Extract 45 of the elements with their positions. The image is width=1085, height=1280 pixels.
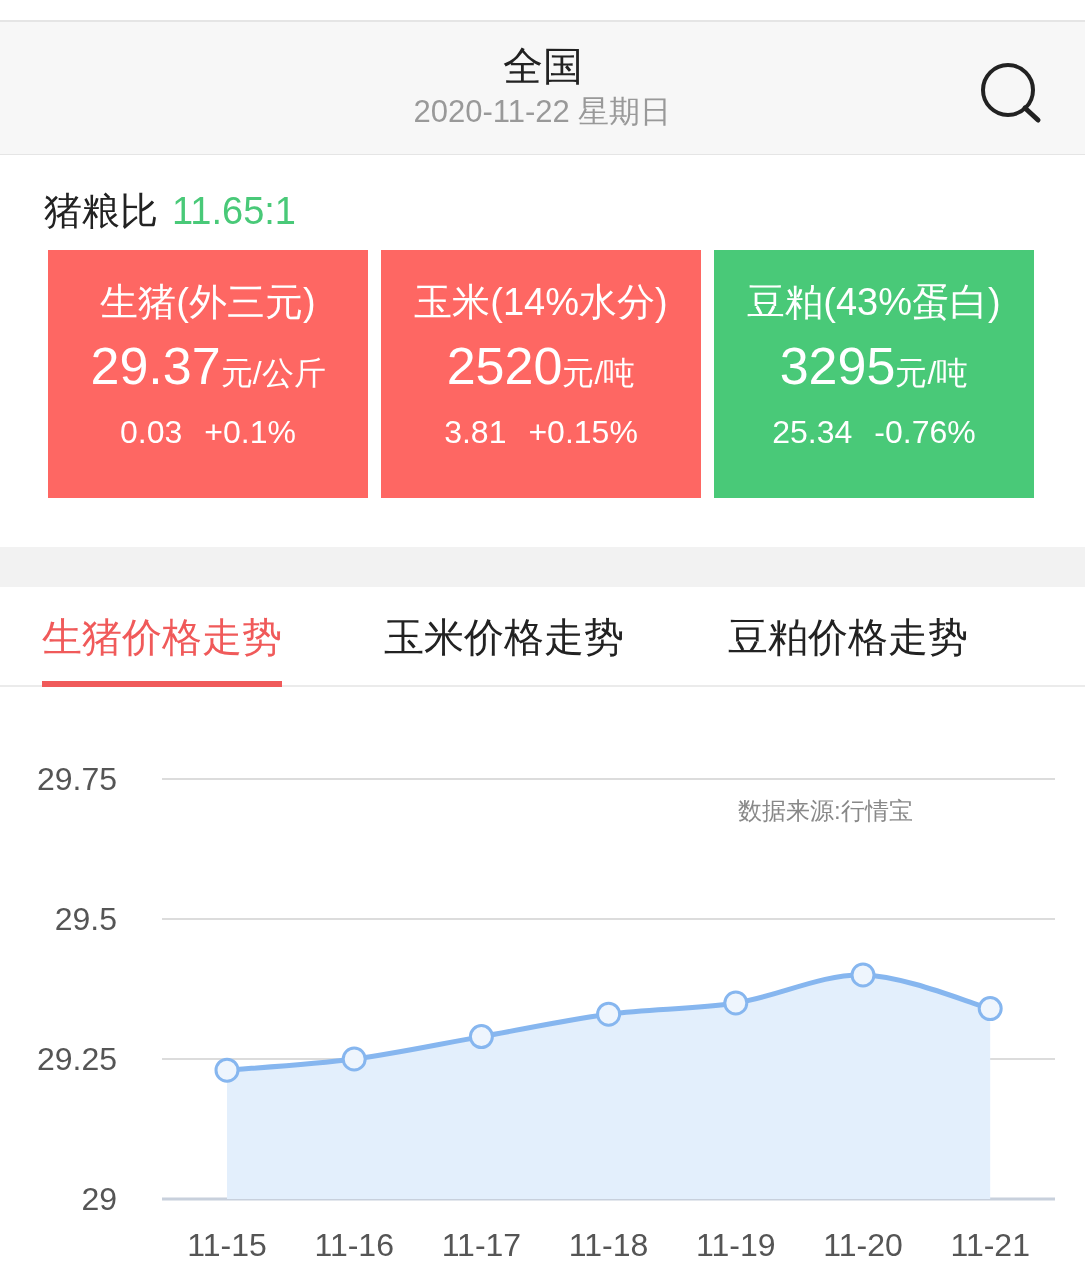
page-title: 全国 <box>502 43 583 90</box>
price-value: 2520 <box>446 336 563 396</box>
change-value: 0.03 <box>120 413 183 452</box>
data-point <box>723 990 749 1016</box>
tab[interactable]: 玉米价格走势 <box>384 587 624 687</box>
change-percent: +0.15% <box>528 413 638 452</box>
axis-label: 11-17 <box>440 1227 523 1263</box>
price-value: 29.37 <box>90 336 221 396</box>
axis-label: 29.5 <box>54 901 117 937</box>
price-card[interactable]: 豆粕(43%蛋白) 3295元/吨 25.34 -0.76% <box>714 250 1034 498</box>
tab[interactable]: 豆粕价格走势 <box>728 587 968 687</box>
data-point <box>977 996 1003 1022</box>
change-percent: +0.1% <box>204 413 296 452</box>
change-value: 3.81 <box>444 413 507 452</box>
data-point <box>596 1001 622 1027</box>
change-percent: -0.76% <box>874 413 976 452</box>
ratio-label: 猪粮比 <box>44 189 158 234</box>
price-unit: 元/公斤 <box>220 354 326 393</box>
price-unit: 元/吨 <box>562 354 636 393</box>
ratio-value: 11.65:1 <box>172 189 296 234</box>
source-note: 数据来源:行情宝 <box>738 796 913 826</box>
search-icon[interactable] <box>980 62 1042 124</box>
data-point <box>214 1057 240 1083</box>
axis-label: 29.25 <box>36 1041 117 1077</box>
data-point <box>468 1024 494 1050</box>
axis-label: 11-15 <box>186 1227 268 1263</box>
tab[interactable]: 生猪价格走势 <box>42 587 282 687</box>
price-card[interactable]: 生猪(外三元) 29.37元/公斤 0.03 +0.1% <box>48 250 368 498</box>
axis-label: 11-20 <box>822 1227 904 1263</box>
price-value: 3295 <box>779 336 896 396</box>
change-value: 25.34 <box>772 413 853 452</box>
card-title: 豆粕(43%蛋白) <box>747 280 1001 324</box>
price-card[interactable]: 玉米(14%水分) 2520元/吨 3.81 +0.15% <box>381 250 701 498</box>
axis-label: 11-21 <box>949 1227 1031 1263</box>
date-text: 2020-11-22 星期日 <box>413 93 672 131</box>
price-unit: 元/吨 <box>895 354 969 393</box>
data-point <box>850 962 876 988</box>
card-title: 玉米(14%水分) <box>414 280 668 324</box>
data-point <box>341 1046 367 1072</box>
axis-label: 29 <box>81 1181 117 1217</box>
axis-label: 11-18 <box>567 1227 650 1263</box>
axis-label: 11-19 <box>695 1227 777 1263</box>
card-title: 生猪(外三元) <box>100 280 316 324</box>
axis-label: 11-16 <box>313 1227 395 1263</box>
axis-label: 29.75 <box>36 761 117 797</box>
